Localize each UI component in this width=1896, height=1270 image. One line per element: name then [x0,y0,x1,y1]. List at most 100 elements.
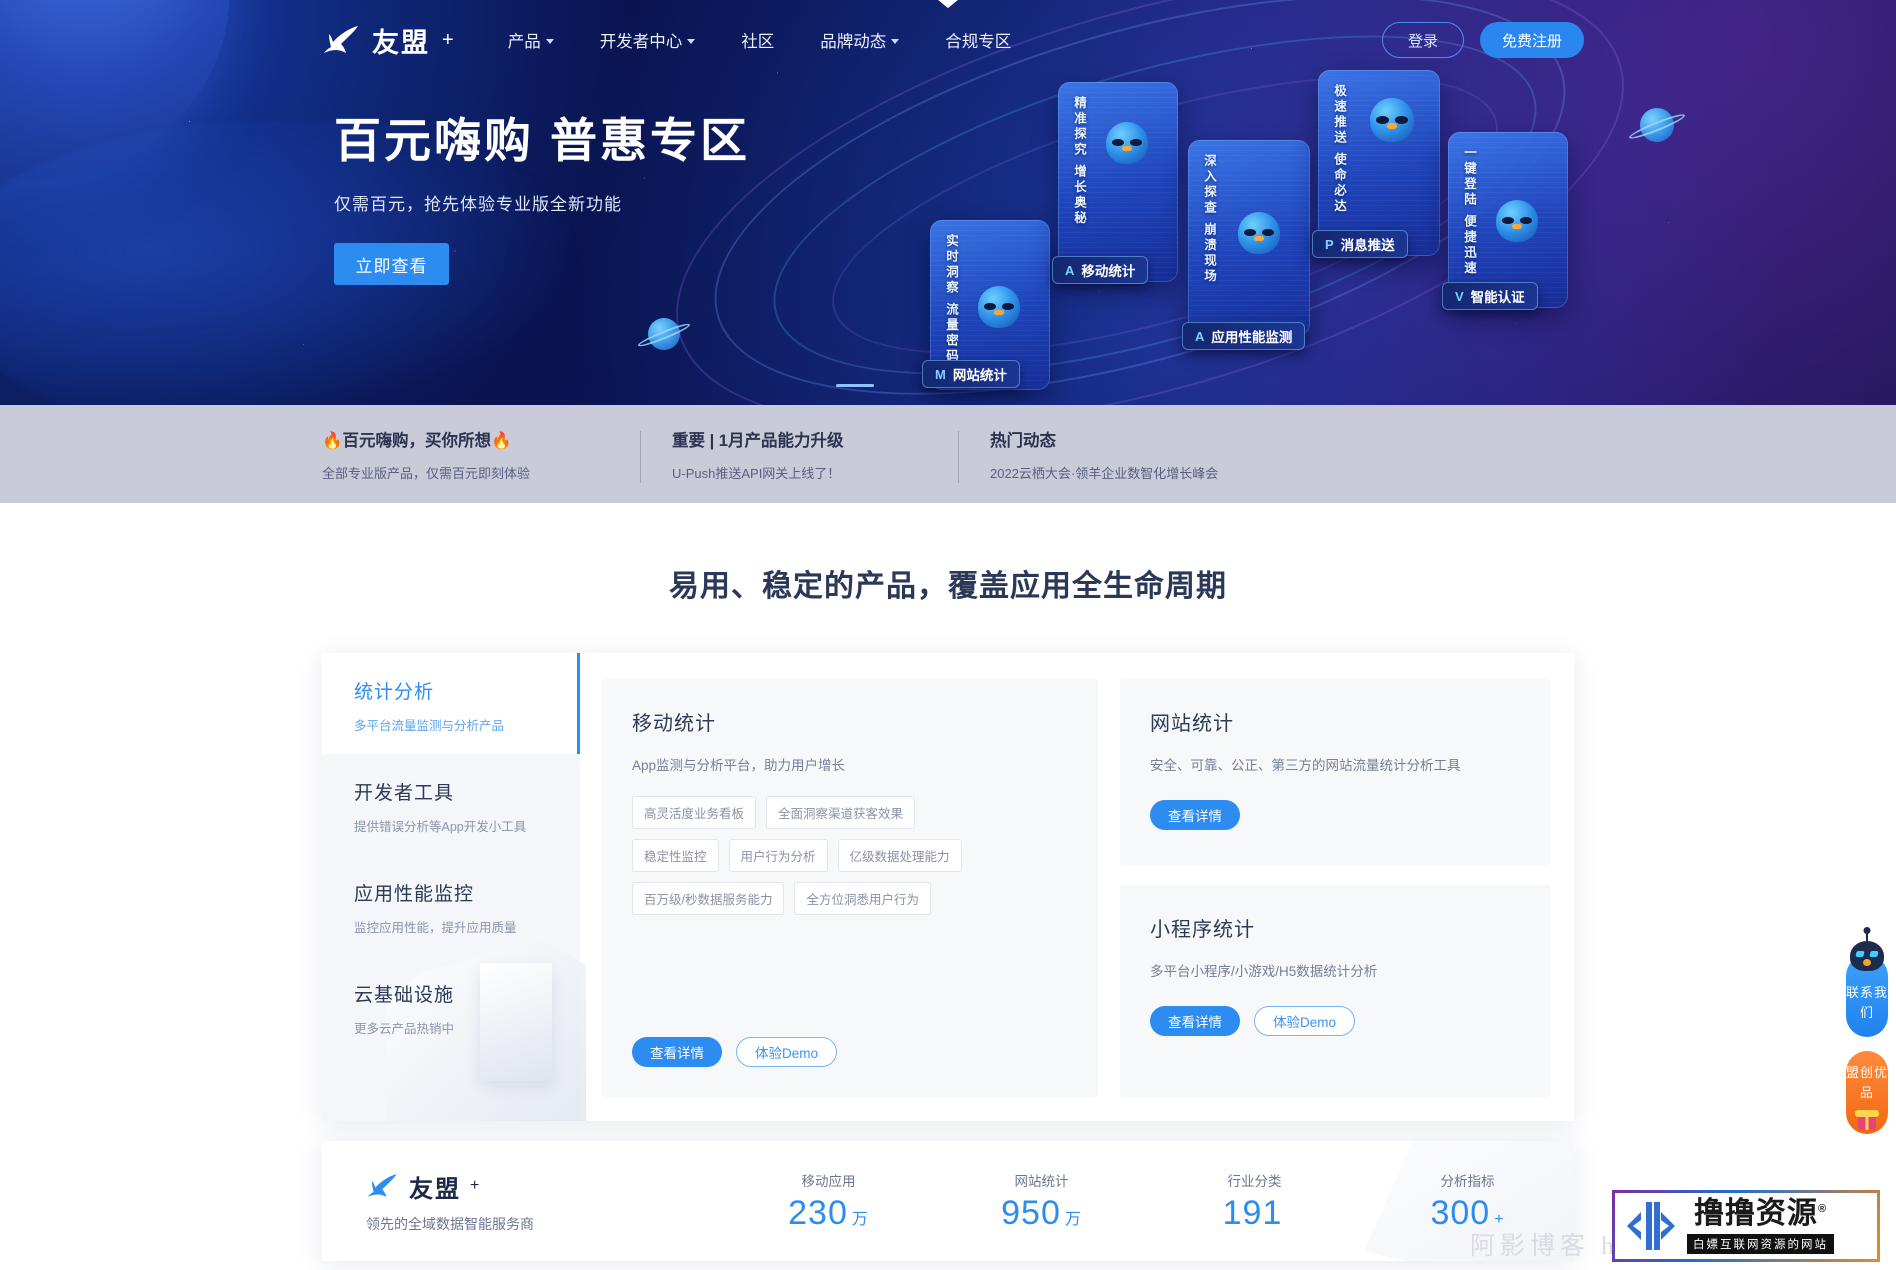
auth-glyph-icon: V [1455,288,1464,304]
carousel-dot-active[interactable] [836,384,874,387]
nav-item-label: 开发者中心 [599,33,683,51]
notice-item-important[interactable]: 重要 | 1月产品能力升级 U-Push推送API网关上线了！ [640,427,959,483]
nav-item-label: 产品 [507,33,541,51]
feature-tag: 高灵活度业务看板 [632,796,757,829]
umeng-bird-logo-icon [366,1173,400,1199]
notice-subtitle: 2022云栖大会·领羊企业数智化增长峰会 [990,465,1219,481]
hero-subtitle: 仅需百元，抢先体验专业版全新功能 [334,195,622,215]
gift-icon [1855,1109,1879,1130]
product-card-miniprogram-stats: 小程序统计 多平台小程序/小游戏/H5数据统计分析 查看详情 体验Demo [937,0,1550,1097]
watermark-tagline: 白嫖互联网资源的网站 [1687,1233,1834,1254]
tab-subtitle: 更多云产品热销中 [354,1022,455,1036]
hero-title: 百元嗨购 普惠专区 [334,114,751,167]
stat-analysis-metrics: 分析指标 300 + [1361,1170,1574,1233]
stat-value: 230 [788,1193,848,1232]
watermark-title-text: 撸撸资源 [1693,1196,1818,1230]
tab-cloud-infrastructure[interactable]: 云基础设施 更多云产品热销中 [322,956,580,1057]
feature-tag: 百万级/秒数据服务能力 [632,882,785,915]
top-navigation: 友盟 + 产品 开发者中心 社区 品牌动态 合规专区 登录 免费注册 [0,0,1896,80]
stat-website-stats: 网站统计 950 万 [935,1170,1148,1233]
apm-glyph-icon: A [1195,328,1205,344]
site-logo[interactable]: 友盟 + [322,21,454,60]
product-section: 易用、稳定的产品，覆盖应用全生命周期 统计分析 多平台流量监测与分析产品 开发者… [0,0,1896,1261]
chevron-down-icon [545,38,554,44]
umeng-goods-float-button[interactable]: 盟创优品 [1846,1051,1888,1134]
tab-title: 统计分析 [354,682,435,703]
feature-tag: 稳定性监控 [632,839,719,872]
try-demo-button[interactable]: 体验Demo [736,1037,838,1067]
product-content: 移动统计 App监测与分析平台，助力用户增长 高灵活度业务看板 全面洞察渠道获客… [580,0,1574,1121]
stat-industry-categories: 行业分类 191 [1148,1170,1361,1233]
product-tabs: 统计分析 多平台流量监测与分析产品 开发者工具 提供错误分析等App开发小工具 … [322,653,586,1121]
mascot-scientist-icon [978,286,1020,328]
register-button[interactable]: 免费注册 [1480,22,1584,58]
stat-unit: 万 [851,1210,869,1228]
nav-item-brand-news[interactable]: 品牌动态 [820,28,900,52]
card-button-row: 查看详情 体验Demo [1150,1006,1520,1036]
hero-banner: 友盟 + 产品 开发者中心 社区 品牌动态 合规专区 登录 免费注册 百元嗨购 … [0,0,1896,405]
tab-title: 云基础设施 [354,985,455,1006]
notice-item-hot[interactable]: 热门动态 2022云栖大会·领羊企业数智化增长峰会 [958,427,1218,482]
nav-item-label: 合规专区 [945,33,1012,51]
card-button-row: 查看详情 体验Demo [632,1037,838,1067]
nav-actions: 登录 免费注册 [1382,22,1896,58]
notice-title: 🔥百元嗨购，买你所想🔥 [322,431,512,450]
login-button[interactable]: 登录 [1382,22,1464,58]
hero-card-label-text: 网站统计 [952,368,1007,383]
card-button-row: 查看详情 [1150,800,1520,830]
nav-item-compliance[interactable]: 合规专区 [945,28,1011,52]
try-demo-button[interactable]: 体验Demo [1254,1006,1356,1036]
watermark-title: 撸撸资源® [1693,1196,1828,1230]
contact-us-label: 联系我们 [1846,985,1889,1021]
notice-item-promo[interactable]: 🔥百元嗨购，买你所想🔥 全部专业版产品，仅需百元即刻体验 [322,427,641,483]
feature-tag: 用户行为分析 [728,839,828,872]
notice-subtitle: U-Push推送API网关上线了！ [672,465,841,481]
nav-item-community[interactable]: 社区 [741,28,774,52]
hero-carousel-dots[interactable] [836,384,874,387]
nav-item-label: 社区 [741,33,775,51]
section-title: 易用、稳定的产品，覆盖应用全生命周期 [669,570,1227,603]
card-description: 多平台小程序/小游戏/H5数据统计分析 [1150,964,1378,979]
view-detail-button[interactable]: 查看详情 [632,1037,722,1067]
feature-tag: 全面洞察渠道获客效果 [766,796,916,829]
stat-label: 网站统计 [1014,1173,1069,1189]
hero-card-label-apm: A 应用性能监测 [1182,322,1306,350]
stat-unit: + [1494,1210,1505,1228]
nav-item-developer-center[interactable]: 开发者中心 [600,28,696,52]
tab-title: 应用性能监控 [354,884,475,905]
view-detail-button[interactable]: 查看详情 [1150,1006,1240,1036]
tab-subtitle: 多平台流量监测与分析产品 [354,719,505,733]
tab-subtitle: 监控应用性能，提升应用质量 [354,921,517,935]
watermark-registered-mark: ® [1817,1202,1828,1215]
notice-title: 热门动态 [990,431,1056,450]
feature-tag: 全方位洞悉用户行为 [794,882,931,915]
nav-item-label: 品牌动态 [820,33,887,51]
robot-mascot-icon [1850,941,1884,971]
stat-value: 950 [1001,1193,1061,1232]
hero-card-label-text: 应用性能监测 [1211,330,1293,345]
website-stat-glyph-icon: M [935,366,946,382]
nav-items: 产品 开发者中心 社区 品牌动态 合规专区 [508,28,1012,52]
tab-statistics-analysis[interactable]: 统计分析 多平台流量监测与分析产品 [322,653,580,754]
tab-developer-tools[interactable]: 开发者工具 提供错误分析等App开发小工具 [322,754,580,855]
hero-cta-button[interactable]: 立即查看 [334,243,449,286]
card-title: 小程序统计 [1150,919,1255,941]
tab-subtitle: 提供错误分析等App开发小工具 [354,820,527,834]
card-title: 网站统计 [1150,713,1234,735]
tab-app-performance[interactable]: 应用性能监控 监控应用性能，提升应用质量 [322,855,580,956]
page-root: 友盟 + 产品 开发者中心 社区 品牌动态 合规专区 登录 免费注册 百元嗨购 … [0,0,1896,1270]
logo-plus: + [442,28,454,51]
view-detail-button[interactable]: 查看详情 [1150,800,1240,830]
watermark-logo-icon [1621,1198,1681,1254]
notice-subtitle: 全部专业版产品，仅需百元即刻体验 [322,465,531,481]
saturn-icon [636,318,692,350]
product-side-cards: 网站统计 安全、可靠、公正、第三方的网站流量统计分析工具 查看详情 小程序统计 … [937,0,1550,1097]
nav-item-products[interactable]: 产品 [508,28,554,52]
chevron-down-icon [687,38,696,44]
umeng-bird-logo-icon [322,25,362,55]
contact-us-float-button[interactable]: 联系我们 [1846,941,1889,1038]
card-title: 移动统计 [632,713,716,735]
logo-text: 友盟 [372,27,430,58]
notice-title: 重要 | 1月产品能力升级 [672,431,844,450]
stat-value: 191 [1222,1193,1283,1232]
